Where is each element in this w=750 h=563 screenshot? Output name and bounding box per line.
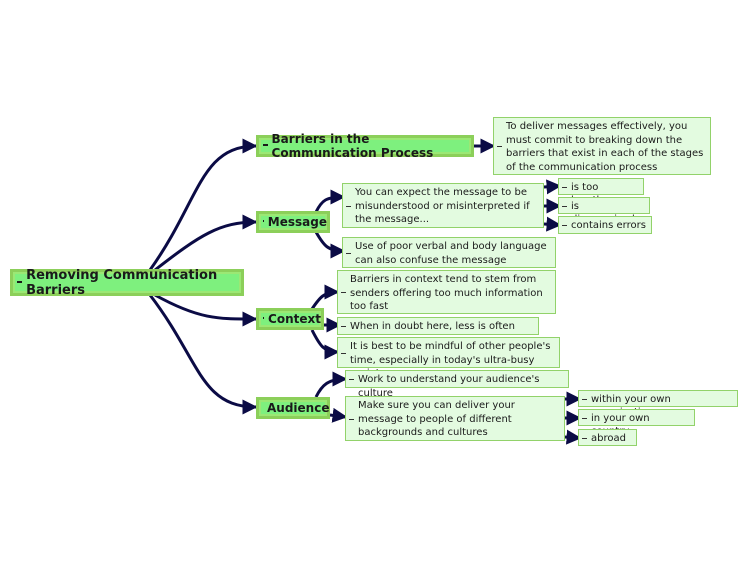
subtopic-text: Barriers in context tend to stem from se… xyxy=(350,274,543,312)
detail-item[interactable]: in your own country xyxy=(578,409,695,437)
connector-dash-icon xyxy=(562,205,567,207)
subtopic-note[interactable]: Make sure you can deliver your message t… xyxy=(345,396,565,441)
topic-message[interactable]: Message xyxy=(256,211,330,233)
topic-barriers[interactable]: Barriers in the Communication Process xyxy=(256,132,474,160)
connector-root-barriers xyxy=(148,138,258,271)
connector-dash-icon xyxy=(562,225,567,226)
connector-dash-icon xyxy=(341,352,346,354)
connector-context-leaf1 xyxy=(310,284,340,310)
mind-map-canvas: Removing Communication Barriers Barriers… xyxy=(0,0,750,563)
detail-text: contains errors xyxy=(571,220,646,231)
subtopic-note[interactable]: Work to understand your audience's cultu… xyxy=(345,370,569,399)
connector-dash-icon xyxy=(582,417,587,419)
topic-label: Context xyxy=(268,312,321,326)
subtopic-text: You can expect the message to be misunde… xyxy=(355,187,530,225)
connector-root-context xyxy=(154,293,258,327)
subtopic-text: To deliver messages effectively, you mus… xyxy=(506,121,704,173)
connector-dash-icon xyxy=(341,292,346,293)
subtopic-note[interactable]: To deliver messages effectively, you mus… xyxy=(493,117,711,175)
detail-text: abroad xyxy=(591,433,626,444)
connector-dash-icon xyxy=(497,146,502,147)
connector-root-audience xyxy=(148,294,258,415)
connector-audience-leaf1 xyxy=(314,371,348,398)
detail-item[interactable]: is too lengthy xyxy=(558,178,644,206)
subtopic-note[interactable]: Barriers in context tend to stem from se… xyxy=(337,270,556,314)
connector-dash-icon xyxy=(341,326,346,327)
connector-audience-leaf2 xyxy=(329,407,348,423)
connector-dash-icon xyxy=(582,437,587,439)
connector-dash-icon xyxy=(562,186,567,188)
connector-context-leaf3 xyxy=(310,329,340,360)
detail-item[interactable]: is disorganised xyxy=(558,197,650,225)
topic-context[interactable]: Context xyxy=(256,308,324,330)
connector-dash-icon xyxy=(346,252,351,254)
root-topic[interactable]: Removing Communication Barriers xyxy=(10,267,244,298)
collapse-minus-icon[interactable] xyxy=(263,317,265,319)
collapse-minus-icon[interactable] xyxy=(349,418,354,420)
root-topic-label: Removing Communication Barriers xyxy=(26,267,218,298)
collapse-minus-icon[interactable] xyxy=(17,280,23,283)
connector-dash-icon xyxy=(582,398,587,400)
connector-message-leaf2 xyxy=(314,231,346,259)
connector-message-leaf1 xyxy=(314,189,346,213)
collapse-minus-icon[interactable] xyxy=(263,144,268,146)
topic-audience[interactable]: Audience xyxy=(256,397,330,419)
subtopic-note[interactable]: When in doubt here, less is often more xyxy=(337,317,539,346)
detail-item[interactable]: contains errors xyxy=(558,216,652,234)
subtopic-text: Make sure you can deliver your message t… xyxy=(358,400,515,438)
subtopic-note[interactable]: Use of poor verbal and body language can… xyxy=(342,237,556,268)
detail-item[interactable]: within your own organisation xyxy=(578,390,738,418)
connector-root-message xyxy=(154,214,258,272)
subtopic-note[interactable]: You can expect the message to be misunde… xyxy=(342,183,544,228)
connector-dash-icon xyxy=(349,379,354,380)
collapse-minus-icon[interactable] xyxy=(263,220,264,222)
subtopic-text: Use of poor verbal and body language can… xyxy=(355,241,547,266)
topic-label: Barriers in the Communication Process xyxy=(271,132,434,160)
detail-item[interactable]: abroad xyxy=(578,429,637,446)
topic-label: Audience xyxy=(267,401,330,415)
subtopic-note[interactable]: It is best to be mindful of other people… xyxy=(337,337,560,379)
collapse-minus-icon[interactable] xyxy=(346,205,351,207)
topic-label: Message xyxy=(267,215,327,229)
